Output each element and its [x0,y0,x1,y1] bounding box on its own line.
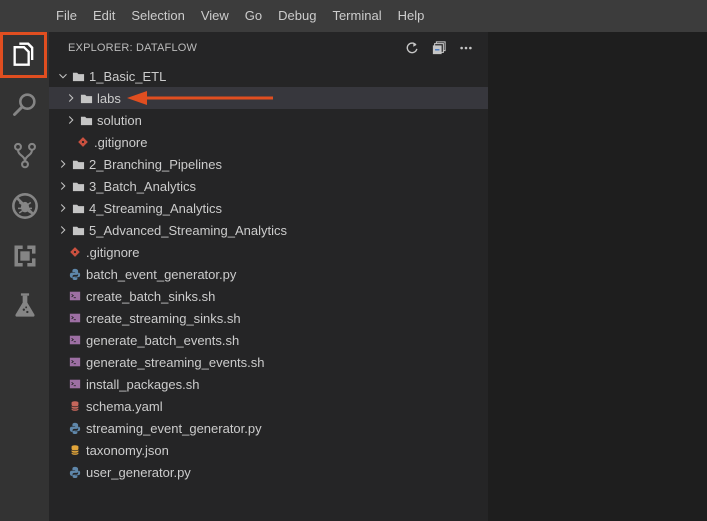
tree-folder-row[interactable]: 5_Advanced_Streaming_Analytics [49,219,488,241]
tree-item-label: 2_Branching_Pipelines [89,156,222,172]
tree-item-label: batch_event_generator.py [86,266,237,282]
menu-edit[interactable]: Edit [85,0,123,32]
tree-file-row[interactable]: .gitignore [49,241,488,263]
folder-icon [71,157,85,171]
shell-file-icon [68,311,82,325]
tree-file-row[interactable]: generate_streaming_events.sh [49,351,488,373]
chevron-right-icon[interactable] [55,222,71,238]
tree-file-row[interactable]: .gitignore [49,131,488,153]
tree-file-row[interactable]: streaming_event_generator.py [49,417,488,439]
menu-terminal[interactable]: Terminal [324,0,389,32]
chevron-right-icon[interactable] [63,112,79,128]
chevron-right-icon[interactable] [55,200,71,216]
shell-file-icon [68,289,82,303]
menu-selection[interactable]: Selection [123,0,192,32]
activity-source-control[interactable] [0,135,49,179]
json-file-icon [68,443,82,457]
tree-item-label: generate_streaming_events.sh [86,354,265,370]
tree-item-label: .gitignore [86,244,140,260]
folder-icon [71,69,85,83]
shell-file-icon [68,377,82,391]
tree-item-label: 3_Batch_Analytics [89,178,196,194]
python-file-icon [68,465,82,479]
no-bug-icon [11,192,39,225]
tree-file-row[interactable]: create_streaming_sinks.sh [49,307,488,329]
tree-item-label: taxonomy.json [86,442,169,458]
tree-item-label: create_batch_sinks.sh [86,288,216,304]
file-tree: 1_Basic_ETLlabs solution .gitignore 2_Branc… [49,65,488,483]
shell-file-icon [68,333,82,347]
explorer-title: EXPLORER: DATAFLOW [68,42,198,54]
activity-explorer[interactable] [0,32,47,78]
menu-view[interactable]: View [193,0,237,32]
shell-file-icon [68,355,82,369]
refresh-icon[interactable] [404,40,420,56]
tree-file-row[interactable]: taxonomy.json [49,439,488,461]
tree-folder-row[interactable]: 2_Branching_Pipelines [49,153,488,175]
explorer-header: EXPLORER: DATAFLOW [49,32,488,64]
tree-item-label: labs [97,90,121,106]
tree-file-row[interactable]: schema.yaml [49,395,488,417]
collapse-all-icon[interactable] [431,40,447,56]
tree-file-row[interactable]: user_generator.py [49,461,488,483]
menu-help[interactable]: Help [390,0,433,32]
chevron-down-icon[interactable] [55,68,71,84]
tree-item-label: streaming_event_generator.py [86,420,262,436]
tree-item-label: 1_Basic_ETL [89,68,167,84]
tree-item-label: solution [97,112,142,128]
menu-debug[interactable]: Debug [270,0,324,32]
tree-item-label: install_packages.sh [86,376,200,392]
folder-icon [79,91,93,105]
activity-debug[interactable] [0,186,49,230]
editor-area [488,32,707,521]
tree-file-row[interactable]: install_packages.sh [49,373,488,395]
activity-extensions[interactable] [0,236,49,280]
ellipsis-icon[interactable] [458,40,474,56]
git-file-icon [76,135,90,149]
files-icon [10,39,38,72]
activity-bar [0,32,49,521]
folder-icon [71,223,85,237]
tree-folder-row[interactable]: solution [49,109,488,131]
tree-file-row[interactable]: generate_batch_events.sh [49,329,488,351]
folder-icon [71,201,85,215]
git-file-icon [68,245,82,259]
tree-item-label: .gitignore [94,134,148,150]
tree-file-row[interactable]: batch_event_generator.py [49,263,488,285]
annotation-arrow [127,91,273,105]
tree-item-label: create_streaming_sinks.sh [86,310,241,326]
tree-file-row[interactable]: create_batch_sinks.sh [49,285,488,307]
chevron-right-icon[interactable] [63,90,79,106]
search-icon [11,90,39,123]
python-file-icon [68,267,82,281]
tree-item-label: user_generator.py [86,464,191,480]
activity-test[interactable] [0,285,49,329]
yaml-file-icon [68,399,82,413]
tree-item-label: generate_batch_events.sh [86,332,240,348]
menu-file[interactable]: File [48,0,85,32]
extensions-icon [11,242,39,275]
menu-bar: File Edit Selection View Go Debug Termin… [0,0,707,32]
menu-go[interactable]: Go [237,0,270,32]
python-file-icon [68,421,82,435]
tree-item-label: 4_Streaming_Analytics [89,200,222,216]
source-control-icon [11,141,39,174]
chevron-right-icon[interactable] [55,156,71,172]
tree-folder-row[interactable]: 3_Batch_Analytics [49,175,488,197]
folder-icon [79,113,93,127]
folder-icon [71,179,85,193]
chevron-right-icon[interactable] [55,178,71,194]
tree-item-label: 5_Advanced_Streaming_Analytics [89,222,288,238]
tree-folder-row[interactable]: 1_Basic_ETL [49,65,488,87]
activity-search[interactable] [0,84,49,128]
tree-folder-row[interactable]: 4_Streaming_Analytics [49,197,488,219]
flask-icon [11,291,39,324]
tree-item-label: schema.yaml [86,398,163,414]
